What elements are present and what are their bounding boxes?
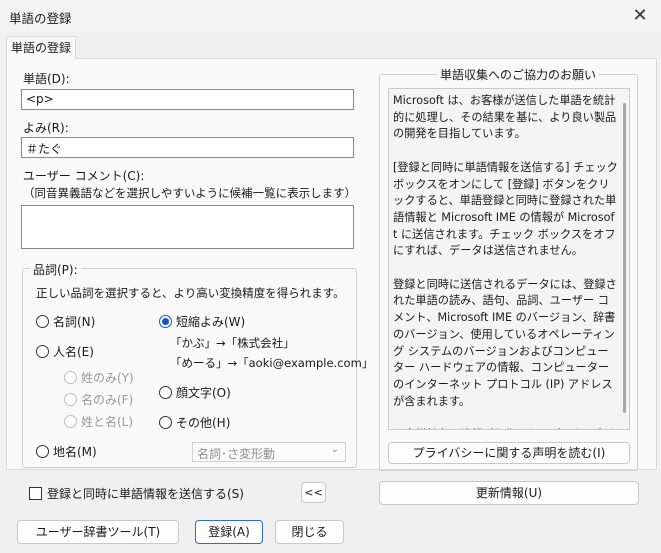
close-button[interactable]: 閉じる xyxy=(275,520,344,544)
word-label: 単語(D): xyxy=(23,72,70,86)
radio-other[interactable]: その他(H) xyxy=(159,414,230,431)
other-pos-select: 名詞･さ変形動 ⌄ xyxy=(192,442,346,462)
radio-family-only: 姓のみ(Y) xyxy=(64,369,134,386)
radio-place[interactable]: 地名(M) xyxy=(36,443,97,460)
pos-legend: 品詞(P): xyxy=(30,261,81,278)
comment-hint: （同音異義語などを選択しやすいように候補一覧に表示します） xyxy=(23,186,357,200)
radio-person[interactable]: 人名(E) xyxy=(36,343,94,360)
radio-noun-label: 名詞(N) xyxy=(53,315,96,329)
radio-circle xyxy=(159,416,172,429)
radio-circle xyxy=(36,345,49,358)
user-dictionary-tool-button[interactable]: ユーザー辞書ツール(T) xyxy=(17,520,179,544)
radio-emoticon-label: 顔文字(O) xyxy=(176,386,231,400)
other-pos-select-value: 名詞･さ変形動 xyxy=(197,447,276,461)
short-reading-example-1: 「かぶ」→「株式会社」 xyxy=(170,336,295,350)
radio-emoticon[interactable]: 顔文字(O) xyxy=(159,384,231,401)
send-info-checkbox[interactable]: 登録と同時に単語情報を送信する(S) xyxy=(29,485,244,502)
title-bar: 単語の登録 ✕ xyxy=(0,0,661,32)
radio-given-only: 名のみ(F) xyxy=(64,391,133,408)
radio-noun[interactable]: 名詞(N) xyxy=(36,313,95,330)
radio-circle xyxy=(36,445,49,458)
yomi-input[interactable]: ＃たぐ xyxy=(21,137,354,158)
comment-label: ユーザー コメント(C): xyxy=(23,169,145,183)
radio-circle-selected xyxy=(159,315,172,328)
comment-input[interactable] xyxy=(21,205,354,249)
radio-circle xyxy=(36,315,49,328)
register-button[interactable]: 登録(A) xyxy=(195,520,263,544)
pos-description: 正しい品詞を選択すると、より高い変換精度を得られます。 xyxy=(36,286,345,300)
collapse-button[interactable]: << xyxy=(301,482,326,503)
tab-word-registration[interactable]: 単語の登録 xyxy=(6,36,76,59)
radio-family-given: 姓と名(L) xyxy=(64,413,133,430)
update-info-button[interactable]: 更新情報(U) xyxy=(379,481,639,505)
scrollbar[interactable] xyxy=(623,103,626,413)
radio-short-reading-label: 短縮よみ(W) xyxy=(176,315,246,329)
word-input[interactable]: <p> xyxy=(21,89,354,110)
yomi-label: よみ(R): xyxy=(23,121,69,135)
info-text: Microsoft は、お客様が送信した単語を統計的に処理し、その結果を基に、よ… xyxy=(393,94,618,429)
radio-given-only-label: 名のみ(F) xyxy=(81,393,134,407)
close-icon[interactable]: ✕ xyxy=(629,5,651,27)
radio-circle xyxy=(64,393,77,406)
radio-short-reading[interactable]: 短縮よみ(W) xyxy=(159,313,245,330)
radio-family-given-label: 姓と名(L) xyxy=(81,415,134,429)
radio-person-label: 人名(E) xyxy=(53,345,94,359)
info-text-box[interactable]: Microsoft は、お客様が送信した単語を統計的に処理し、その結果を基に、よ… xyxy=(388,88,630,430)
window-title: 単語の登録 xyxy=(9,11,72,26)
send-info-checkbox-label: 登録と同時に単語情報を送信する(S) xyxy=(47,487,244,501)
radio-place-label: 地名(M) xyxy=(53,445,97,459)
checkbox-box xyxy=(29,487,42,500)
chevron-down-icon: ⌄ xyxy=(330,444,339,455)
radio-circle xyxy=(64,371,77,384)
privacy-statement-button[interactable]: プライバシーに関する声明を読む(I) xyxy=(388,442,630,464)
radio-family-only-label: 姓のみ(Y) xyxy=(81,371,134,385)
radio-other-label: その他(H) xyxy=(176,416,231,430)
radio-circle xyxy=(64,415,77,428)
radio-circle xyxy=(159,386,172,399)
short-reading-example-2: 「めーる」→「aoki@example.com」 xyxy=(170,356,374,370)
info-title: 単語収集へのご協力のお願い xyxy=(437,66,600,83)
